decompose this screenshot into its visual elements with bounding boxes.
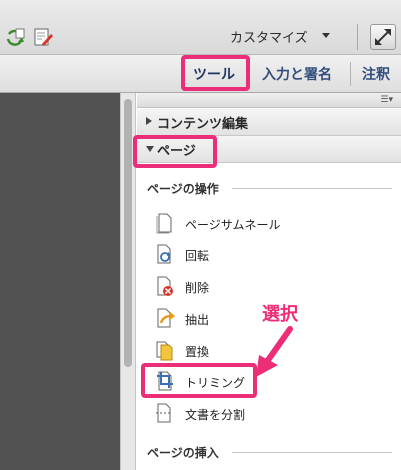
tool-delete[interactable]: 削除 bbox=[155, 275, 385, 299]
rotate-icon bbox=[157, 244, 171, 264]
scrollbar-thumb[interactable] bbox=[124, 99, 132, 367]
refresh-icon[interactable] bbox=[4, 26, 26, 48]
section-title: コンテンツ編集 bbox=[157, 117, 249, 132]
group-divider bbox=[232, 188, 392, 189]
top-toolbar: カスタマイズ bbox=[0, 0, 401, 55]
split-document-icon bbox=[156, 403, 172, 423]
annotation-label: 選択 bbox=[262, 304, 298, 325]
tool-rotate[interactable]: 回転 bbox=[155, 243, 385, 267]
annotation-arrow-icon bbox=[256, 326, 293, 377]
tool-split-document[interactable]: 文書を分割 bbox=[155, 402, 385, 426]
group-divider bbox=[232, 452, 392, 453]
page-thumbnail-icon bbox=[156, 213, 172, 234]
expand-button[interactable] bbox=[370, 24, 396, 50]
toolbar-divider bbox=[357, 24, 358, 50]
crop-tool-highlight bbox=[141, 363, 257, 398]
expand-icon bbox=[375, 29, 391, 45]
replace-icon bbox=[156, 341, 173, 361]
tab-divider bbox=[350, 62, 351, 86]
section-content-editing[interactable]: コンテンツ編集 bbox=[137, 109, 401, 136]
document-view[interactable] bbox=[0, 93, 120, 470]
group-title-insert-pages: ページの挿入 bbox=[147, 446, 219, 460]
tab-comment[interactable]: 注釈 bbox=[362, 64, 390, 84]
customize-menu[interactable]: カスタマイズ bbox=[230, 27, 308, 46]
tools-tab-highlight bbox=[181, 55, 250, 91]
chevron-right-icon bbox=[146, 117, 152, 125]
pages-section-highlight bbox=[133, 135, 217, 168]
tool-page-thumbnail[interactable]: ページサムネール bbox=[155, 212, 385, 236]
extract-icon bbox=[157, 308, 175, 328]
edit-document-icon[interactable] bbox=[32, 26, 54, 48]
panel-header: ☰▾ bbox=[137, 93, 401, 108]
delete-page-icon bbox=[157, 276, 173, 296]
chevron-down-icon[interactable] bbox=[322, 33, 330, 38]
group-title-page-operations: ページの操作 bbox=[147, 182, 219, 196]
tab-fill-sign[interactable]: 入力と署名 bbox=[262, 64, 332, 84]
panel-menu-icon[interactable]: ☰▾ bbox=[380, 95, 393, 105]
